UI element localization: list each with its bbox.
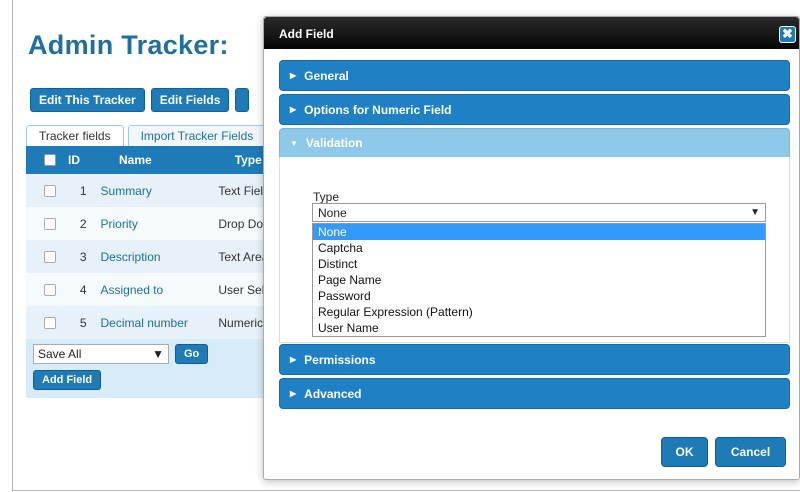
- bulk-action-select[interactable]: Save All ▼: [33, 344, 169, 364]
- header-name[interactable]: Name: [119, 153, 152, 167]
- table-row: 5 Decimal number Numeric Field: [26, 306, 264, 339]
- row-type: Text Area: [218, 249, 264, 264]
- header-type[interactable]: Type: [235, 153, 262, 167]
- row-id: 4: [79, 282, 87, 297]
- table-row: 4 Assigned to User Selector: [26, 273, 264, 306]
- row-name-link[interactable]: Description: [101, 250, 219, 264]
- row-id: 5: [79, 315, 87, 330]
- table-body: 1 Summary Text Field 2 Priority Drop Dow…: [26, 174, 264, 339]
- table-row: 1 Summary Text Field: [26, 174, 264, 207]
- caret-down-icon: ▼: [290, 138, 298, 148]
- dialog-title: Add Field: [279, 27, 334, 41]
- section-advanced-label: Advanced: [304, 386, 362, 401]
- go-button[interactable]: Go: [175, 344, 209, 364]
- row-name-link[interactable]: Assigned to: [101, 283, 219, 297]
- option-password[interactable]: Password: [313, 288, 765, 304]
- caret-right-icon: ▶: [290, 71, 297, 80]
- tracker-toolbar: Edit This Tracker Edit Fields: [30, 88, 250, 112]
- caret-right-icon: ▶: [290, 355, 297, 364]
- row-checkbox[interactable]: [44, 283, 56, 296]
- row-checkbox[interactable]: [44, 250, 56, 263]
- row-type: Text Field: [218, 183, 264, 198]
- table-header: ID Name Type: [26, 146, 264, 174]
- row-id: 3: [79, 249, 87, 264]
- dropdown-arrow-icon: ▼: [152, 347, 164, 361]
- header-id[interactable]: ID: [68, 153, 80, 167]
- caret-right-icon: ▶: [290, 105, 297, 114]
- bulk-actions: Save All ▼ Go: [33, 344, 209, 364]
- row-name-link[interactable]: Summary: [101, 184, 219, 198]
- row-type: Drop Down: [218, 216, 264, 231]
- section-advanced[interactable]: ▶ Advanced: [279, 378, 790, 409]
- page-title: Admin Tracker:: [28, 30, 229, 60]
- ok-button[interactable]: OK: [661, 437, 708, 467]
- row-type: Numeric Field: [218, 315, 264, 330]
- option-captcha[interactable]: Captcha: [313, 240, 765, 256]
- edit-tracker-button[interactable]: Edit This Tracker: [30, 88, 145, 112]
- type-label: Type: [313, 190, 340, 204]
- cancel-button[interactable]: Cancel: [715, 437, 786, 467]
- toolbar-button-partial[interactable]: [235, 88, 250, 112]
- row-name-link[interactable]: Decimal number: [101, 316, 219, 330]
- page-frame-left: [12, 0, 13, 492]
- add-field-button[interactable]: Add Field: [33, 370, 102, 390]
- close-icon[interactable]: ✖: [779, 26, 796, 43]
- dialog-titlebar[interactable]: Add Field ✖: [264, 17, 799, 49]
- row-checkbox[interactable]: [44, 316, 56, 329]
- tracker-tabs: Tracker fields Import Tracker Fields: [26, 125, 267, 146]
- validation-type-options: None Captcha Distinct Page Name Password…: [312, 223, 766, 337]
- option-page-name[interactable]: Page Name: [313, 272, 765, 288]
- option-none[interactable]: None: [313, 224, 765, 240]
- validation-panel: Type None ▼ None Captcha Distinct Page N…: [279, 157, 790, 343]
- tab-import-tracker-fields[interactable]: Import Tracker Fields: [127, 125, 267, 146]
- section-validation-label: Validation: [305, 136, 363, 150]
- table-row: 2 Priority Drop Down: [26, 207, 264, 240]
- bulk-action-value: Save All: [38, 347, 82, 361]
- section-general[interactable]: ▶ General: [279, 60, 790, 91]
- section-validation[interactable]: ▼ Validation: [279, 128, 790, 158]
- table-row: 3 Description Text Area: [26, 240, 264, 273]
- section-permissions-label: Permissions: [304, 352, 376, 367]
- select-all-checkbox[interactable]: [44, 154, 56, 166]
- section-general-label: General: [304, 68, 349, 83]
- validation-type-select[interactable]: None ▼: [312, 203, 766, 222]
- option-regular-expression[interactable]: Regular Expression (Pattern): [313, 304, 765, 320]
- edit-fields-button[interactable]: Edit Fields: [150, 88, 230, 112]
- section-numeric-options-label: Options for Numeric Field: [304, 102, 452, 117]
- option-distinct[interactable]: Distinct: [313, 256, 765, 272]
- validation-type-value: None: [318, 205, 347, 220]
- add-field-dialog: Add Field ✖ ▶ General ▶ Options for Nume…: [263, 16, 800, 480]
- option-user-name[interactable]: User Name: [313, 320, 765, 336]
- row-id: 2: [79, 216, 87, 231]
- row-checkbox[interactable]: [44, 217, 56, 230]
- row-name-link[interactable]: Priority: [101, 217, 219, 231]
- row-id: 1: [79, 183, 87, 198]
- row-checkbox[interactable]: [44, 184, 56, 197]
- caret-right-icon: ▶: [290, 389, 297, 398]
- section-permissions[interactable]: ▶ Permissions: [279, 344, 790, 375]
- tab-tracker-fields[interactable]: Tracker fields: [26, 125, 124, 146]
- section-numeric-options[interactable]: ▶ Options for Numeric Field: [279, 94, 790, 125]
- row-type: User Selector: [218, 282, 264, 297]
- dropdown-arrow-icon: ▼: [750, 207, 760, 218]
- page-frame-bottom: [12, 490, 800, 491]
